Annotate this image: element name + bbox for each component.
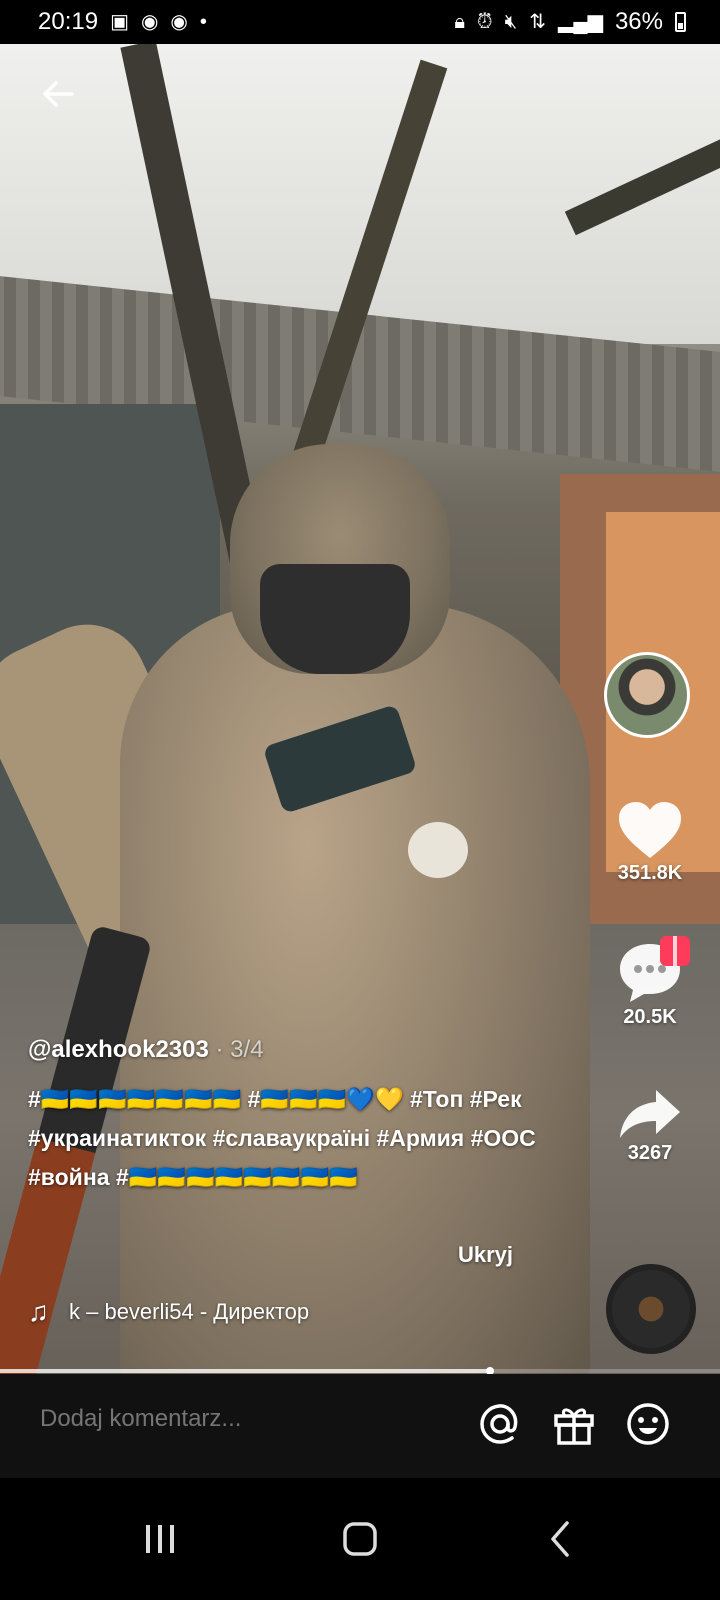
hide-caption-button[interactable]: Ukryj [458,1242,513,1268]
music-info[interactable]: ♫ k – beverli54 - Директор [28,1296,309,1328]
music-title: k – beverli54 - Директор [69,1299,310,1324]
status-left: 20:19 ▣ ◉ ◉ • [38,8,207,36]
home-icon [343,1522,377,1556]
at-sign-icon [480,1404,518,1444]
comment-bar [0,1374,720,1478]
chevron-left-icon [551,1521,569,1557]
mute-icon: 🔇︎ [504,11,518,33]
battery-icon [675,12,686,32]
heart-icon [619,802,681,858]
caption-hashtags[interactable]: #🇺🇦🇺🇦🇺🇦🇺🇦🇺🇦🇺🇦🇺🇦 #🇺🇦🇺🇦🇺🇦💙💛 #Топ #Рек #укр… [28,1080,548,1197]
smiley-face-icon [627,1403,669,1445]
recents-button[interactable] [130,1514,190,1564]
music-note-icon: ♫ [28,1296,49,1327]
share-arrow-icon [620,1090,680,1138]
author-line: @alexhook2303 · 3/4 [28,1036,548,1064]
home-button[interactable] [330,1514,390,1564]
emoji-button[interactable] [624,1400,672,1448]
system-nav-bar [0,1478,720,1600]
author-username[interactable]: @alexhook2303 [28,1036,209,1063]
gallery-icon: ▣ [110,11,129,33]
data-icon: ⇅ [529,11,547,33]
author-avatar[interactable] [604,652,690,738]
comment-count: 20.5K [623,1006,677,1028]
video-progress-fill [0,1369,490,1373]
back-button[interactable] [36,72,80,116]
signal-icon: ▂▄▆ [558,11,603,33]
battery-level: 36% [614,8,663,35]
like-count: 351.8K [617,862,683,884]
share-count: 3267 [627,1142,673,1164]
skull-patch [408,822,468,878]
alarm-icon: ⏰︎ [477,11,493,33]
lock-icon: 🔒︎ [454,11,466,33]
gift-badge-icon [660,936,690,966]
chrome-icon: ◉ [140,11,159,33]
share-button[interactable]: 3267 [600,1086,700,1165]
status-right: 🔒︎ ⏰︎ 🔇︎ ⇅ ▂▄▆ 36% [454,8,686,36]
comment-input[interactable] [38,1404,442,1434]
video-progress-bar[interactable] [0,1369,720,1373]
music-disc-icon[interactable] [606,1264,696,1354]
dot-icon: • [199,11,207,33]
recents-icon [146,1525,174,1553]
gift-button[interactable] [550,1400,598,1448]
arrow-left-icon [43,81,74,107]
chrome-icon: ◉ [170,11,188,33]
status-time: 20:19 [38,8,99,35]
mention-button[interactable] [476,1400,524,1448]
system-back-button[interactable] [530,1514,590,1564]
gift-icon [554,1408,594,1445]
status-bar: 20:19 ▣ ◉ ◉ • 🔒︎ ⏰︎ 🔇︎ ⇅ ▂▄▆ 36% [0,0,720,44]
soldier-mask [260,564,410,674]
video-caption: @alexhook2303 · 3/4 #🇺🇦🇺🇦🇺🇦🇺🇦🇺🇦🇺🇦🇺🇦 #🇺🇦🇺… [28,1036,548,1197]
video-part-indicator: · 3/4 [215,1036,264,1063]
like-button[interactable]: 351.8K [600,800,700,885]
